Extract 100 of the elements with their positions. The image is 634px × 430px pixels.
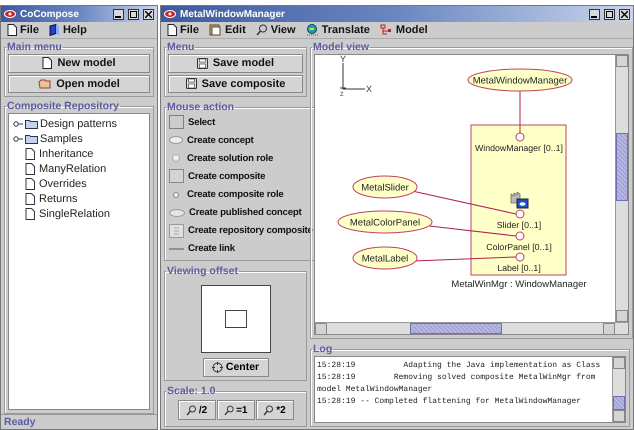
zoom-icon [224, 404, 234, 416]
zoom-icon [186, 404, 197, 416]
minimize-button[interactable] [589, 8, 600, 20]
zoom-icon [263, 404, 274, 416]
zoom-button[interactable]: =1 [216, 400, 254, 420]
page-icon [42, 57, 52, 70]
folder-icon [38, 78, 52, 89]
circle-icon [169, 154, 183, 162]
axis-icon [340, 62, 366, 90]
port-icon [516, 232, 524, 240]
concept-node: MetalLabel [352, 246, 418, 270]
menu-item[interactable]: Edit [208, 24, 246, 36]
maximize-icon [130, 10, 137, 18]
mouse-action-option[interactable]: Create composite [188, 170, 266, 182]
viewport-rectangle[interactable] [224, 310, 246, 328]
menu-item[interactable]: File [7, 24, 39, 36]
status-bar: Ready [1, 414, 157, 429]
role-label: ColorPanel [0..1] [486, 242, 552, 252]
composite-caption: MetalWinMgr : WindowManager [451, 279, 587, 290]
log-line: 15:28:19 -- Completed flattening for MetalWindowManager [317, 396, 582, 408]
tree-item[interactable]: Overrides [39, 178, 87, 190]
mouse-action-option[interactable]: Create link [188, 243, 235, 254]
search-icon [256, 24, 268, 36]
folder-icon [25, 119, 38, 129]
factory-icon [510, 191, 528, 208]
book-icon [48, 24, 60, 36]
maximize-button[interactable] [128, 8, 139, 20]
group-title: Composite Repository [6, 100, 120, 112]
expand-handle-icon[interactable] [13, 121, 23, 127]
role-label: Label [0..1] [497, 263, 541, 273]
group-title: Model view [312, 41, 370, 53]
offset-navigator[interactable] [200, 285, 270, 353]
floppy-icon [186, 78, 197, 90]
vertical-scrollbar[interactable] [612, 357, 625, 422]
save-button[interactable]: Save model [168, 54, 303, 72]
minimize-button[interactable] [113, 8, 124, 20]
crosshair-icon [212, 362, 223, 373]
role-label: Slider [0..1] [496, 220, 542, 230]
center-button[interactable]: Center [202, 358, 268, 377]
concept-node: MetalSlider [352, 176, 418, 198]
port-icon [516, 210, 524, 218]
close-button[interactable] [143, 8, 154, 20]
concept-node: MetalWindowManager [468, 68, 572, 92]
mouse-action-option[interactable]: Create concept [187, 134, 254, 146]
save-button[interactable]: Save composite [168, 74, 303, 93]
tree-item[interactable]: ManyRelation [39, 163, 106, 175]
tree-item[interactable]: Returns [39, 193, 78, 205]
ellipse-icon [169, 136, 183, 144]
close-button[interactable] [619, 8, 630, 20]
mouse-action-option[interactable]: Create published concept [189, 207, 302, 218]
log-line: 15:28:19 Adapting the Java implementation as Class [317, 360, 602, 372]
selection-icon [169, 115, 184, 130]
menu-item[interactable]: File [167, 24, 199, 36]
app-icon [4, 10, 16, 18]
patterned-square-icon [169, 224, 184, 238]
mouse-action-option[interactable]: Create solution role [187, 152, 274, 164]
line-icon [169, 246, 184, 251]
square-icon [169, 169, 184, 184]
hierarchy-icon [380, 24, 393, 36]
tree-item[interactable]: SingleRelation [39, 208, 110, 220]
horizontal-scrollbar[interactable] [315, 322, 628, 334]
page-icon [7, 24, 17, 36]
group-title: Scale: 1.0 [166, 385, 216, 397]
menu-item[interactable]: Translate [306, 24, 370, 36]
tree-item[interactable]: Design patterns [40, 118, 118, 130]
tree-item[interactable]: Inheritance [39, 148, 94, 160]
window-title: MetalWindowManager [180, 8, 286, 20]
port-icon [516, 252, 524, 262]
group-title: Main menu [6, 41, 63, 53]
port-icon [516, 132, 524, 142]
mouse-action-option[interactable]: Create repository composite [188, 225, 313, 236]
menu-item[interactable]: Model [380, 24, 428, 36]
menu-button[interactable]: Open model [8, 74, 150, 93]
mouse-action-option[interactable]: Select [188, 116, 216, 128]
ellipse-icon [169, 208, 185, 217]
page-icon [167, 24, 177, 36]
tree-item[interactable]: Samples [40, 133, 83, 145]
file-icon [25, 193, 35, 205]
concept-node: MetalColorPanel [338, 210, 432, 234]
floppy-icon [196, 58, 208, 69]
file-icon [25, 148, 35, 160]
role-label: WindowManager [0..1] [475, 143, 563, 153]
file-icon [25, 178, 35, 190]
menu-button[interactable]: New model [8, 54, 150, 72]
zoom-button[interactable]: /2 [178, 400, 216, 420]
menu-item[interactable]: View [256, 24, 296, 36]
window-title: CoCompose [20, 8, 80, 20]
zoom-button[interactable]: *2 [256, 400, 294, 420]
expand-handle-icon[interactable] [13, 136, 23, 142]
maximize-icon [606, 10, 613, 18]
group-title: Mouse action [166, 101, 236, 113]
axis-label: Y [340, 55, 346, 64]
mouse-action-option[interactable]: Create composite role [187, 189, 284, 200]
globe-icon [306, 24, 319, 36]
maximize-button[interactable] [604, 8, 615, 20]
axis-label: X [366, 84, 372, 94]
menu-item[interactable]: Help [48, 24, 87, 36]
vertical-scrollbar[interactable] [615, 55, 628, 322]
file-icon [25, 208, 35, 220]
log-line: model MetalWindowManager [317, 384, 434, 396]
